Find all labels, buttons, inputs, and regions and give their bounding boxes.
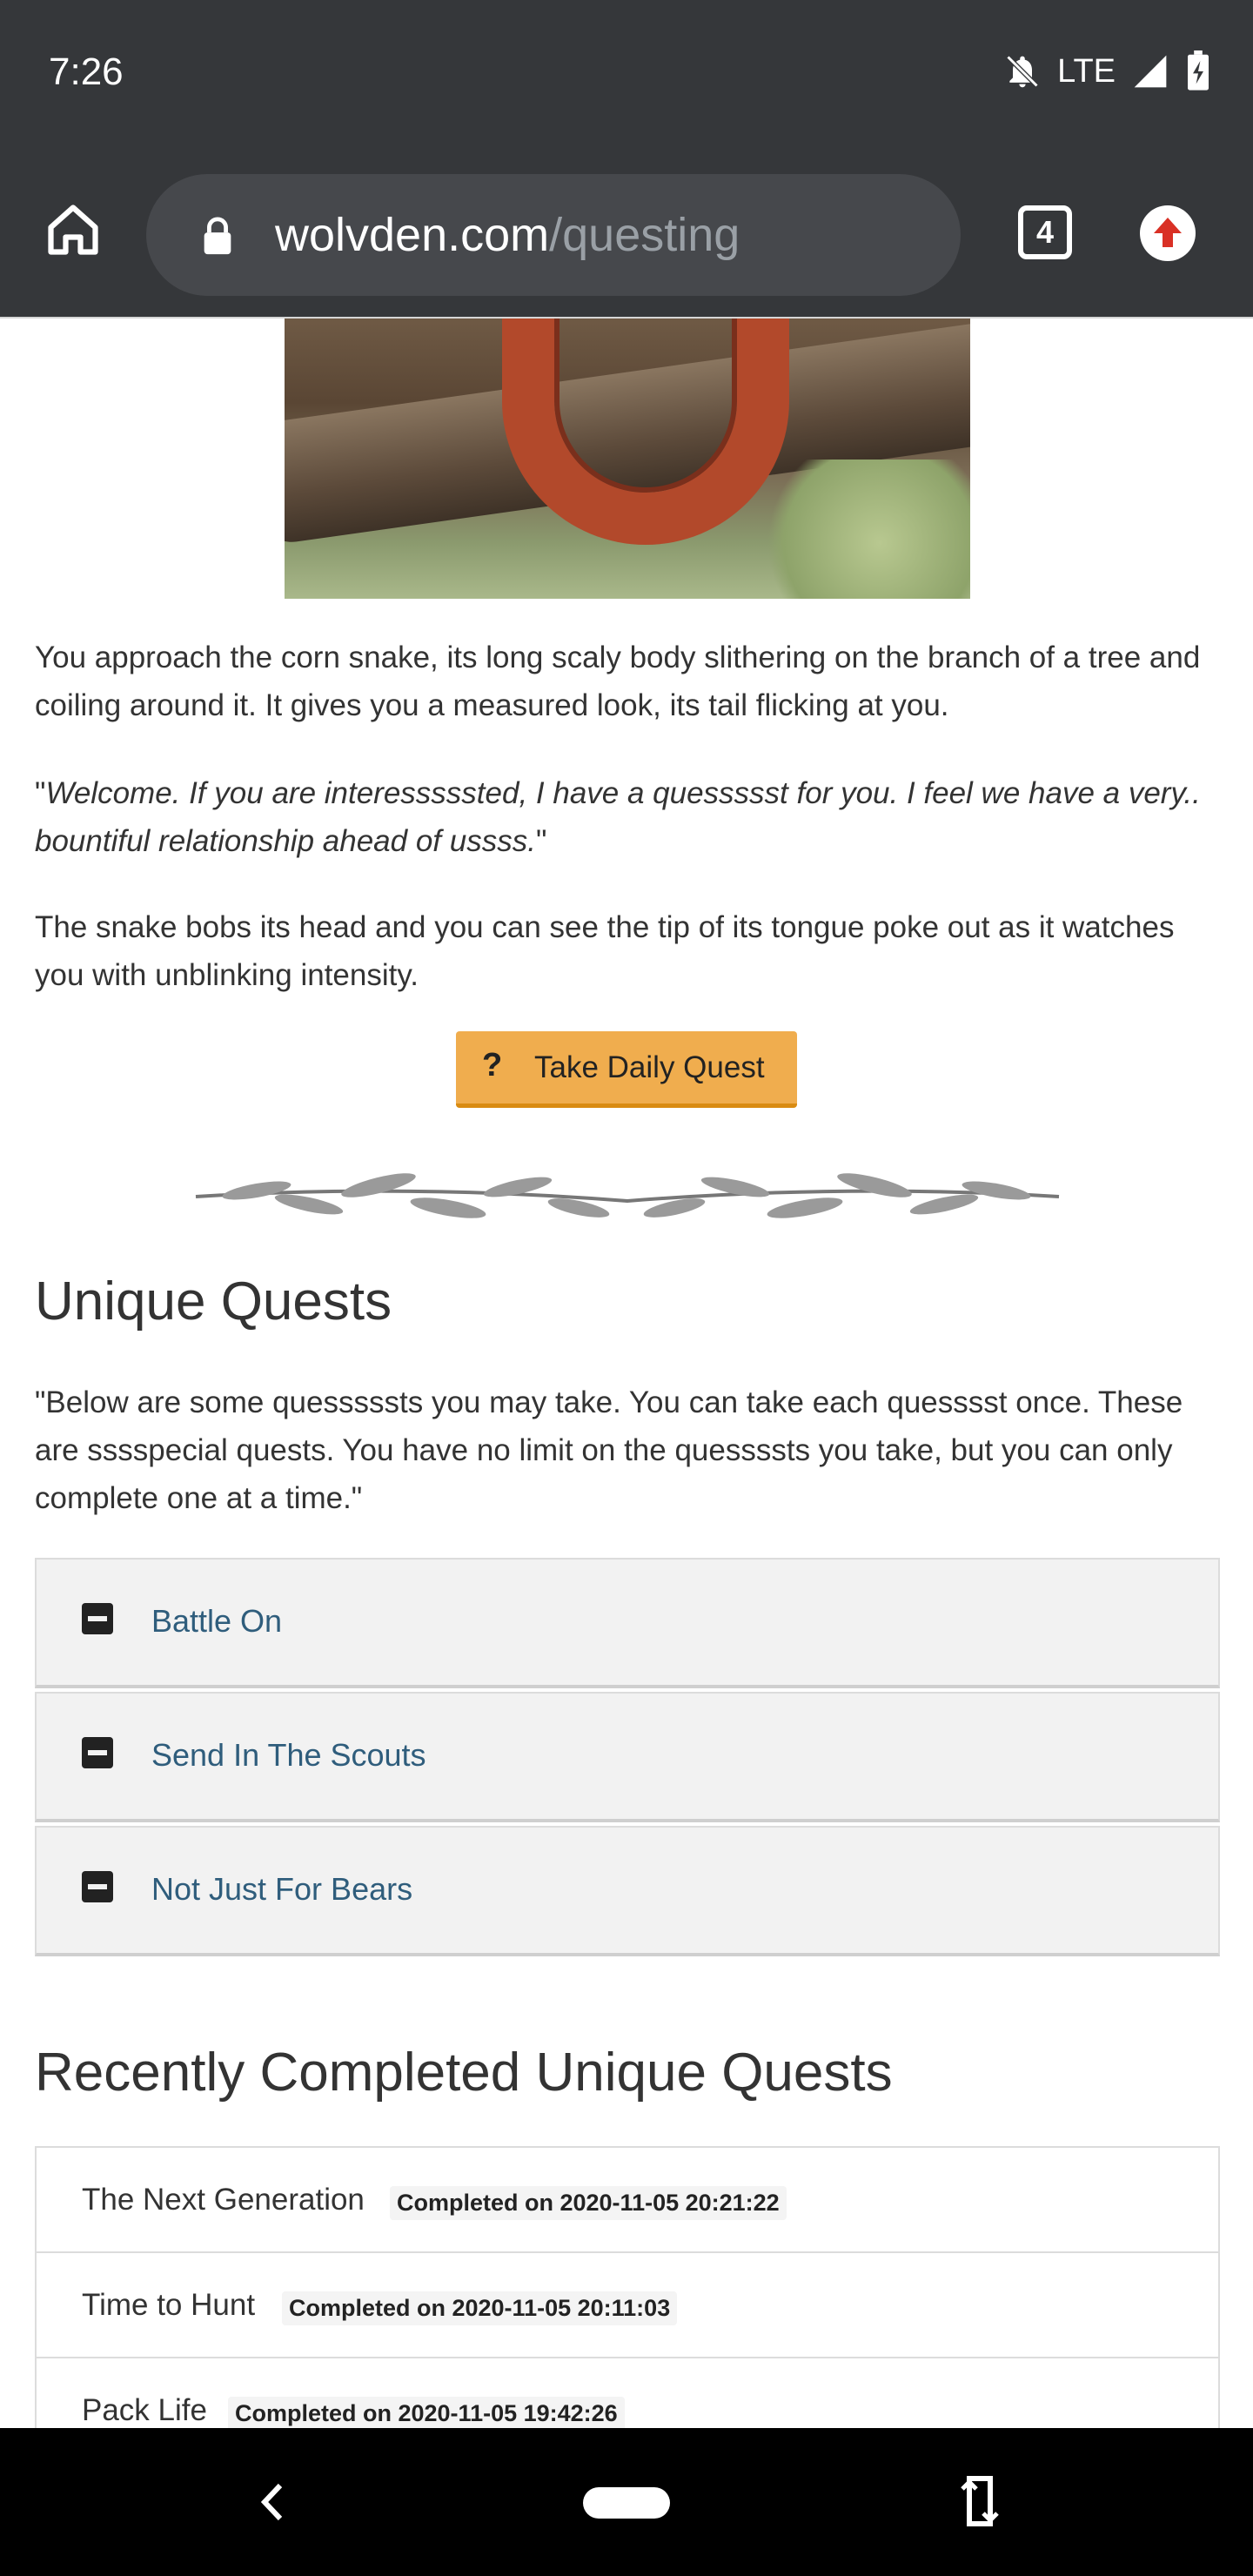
- rotate-icon[interactable]: [959, 2472, 1001, 2531]
- url-text: wolvden.com/questing: [275, 209, 740, 261]
- status-time: 7:26: [49, 50, 124, 93]
- tab-switcher-button[interactable]: 4: [1018, 205, 1072, 259]
- collapse-icon[interactable]: [82, 1871, 113, 1902]
- take-daily-quest-label: Take Daily Quest: [534, 1050, 765, 1084]
- battery-charging-icon: [1188, 50, 1209, 91]
- list-item: The Next Generation Completed on 2020-11…: [37, 2148, 1218, 2253]
- intro-paragraph: You approach the corn snake, its long sc…: [35, 641, 1201, 722]
- status-icons: LTE: [1003, 50, 1211, 92]
- completed-date-badge: Completed on 2020-11-05 20:21:22: [390, 2186, 787, 2220]
- back-icon[interactable]: [259, 2480, 285, 2524]
- completed-quests-list: The Next Generation Completed on 2020-11…: [35, 2146, 1220, 2428]
- list-item: Pack Life Completed on 2020-11-05 19:42:…: [37, 2358, 1218, 2428]
- completed-quest-name: Pack Life: [82, 2393, 207, 2427]
- home-button[interactable]: [44, 200, 103, 259]
- notifications-off-icon: [1006, 55, 1039, 88]
- update-button[interactable]: [1140, 205, 1196, 261]
- completed-date-badge: Completed on 2020-11-05 19:42:26: [228, 2397, 625, 2428]
- recently-completed-heading: Recently Completed Unique Quests: [35, 2043, 893, 2103]
- list-item: Time to Hunt Completed on 2020-11-05 20:…: [37, 2253, 1218, 2358]
- lock-icon: [204, 217, 231, 255]
- collapse-icon[interactable]: [82, 1737, 113, 1768]
- signal-icon: [1134, 55, 1167, 88]
- browser-toolbar: wolvden.com/questing 4: [0, 148, 1253, 319]
- quest-panel-not-just-for-bears[interactable]: Not Just For Bears: [35, 1826, 1220, 1956]
- collapse-icon[interactable]: [82, 1603, 113, 1634]
- quest-title[interactable]: Not Just For Bears: [151, 1871, 412, 1908]
- completed-quest-name: Time to Hunt: [82, 2288, 256, 2322]
- url-domain: wolvden.com: [275, 209, 550, 261]
- unique-quests-description: "Below are some quesssssts you may take.…: [35, 1385, 1183, 1515]
- take-daily-quest-button[interactable]: ? Take Daily Quest: [456, 1031, 797, 1108]
- quest-panel-send-in-the-scouts[interactable]: Send In The Scouts: [35, 1692, 1220, 1822]
- snake-quote: "Welcome. If you are interesssssted, I h…: [35, 776, 1201, 858]
- quest-title[interactable]: Battle On: [151, 1603, 282, 1640]
- system-navigation-bar: [0, 2428, 1253, 2576]
- completed-quest-name: The Next Generation: [82, 2183, 365, 2217]
- leaf-divider: [195, 1173, 1060, 1218]
- quest-title[interactable]: Send In The Scouts: [151, 1737, 426, 1774]
- network-type: LTE: [1057, 52, 1116, 90]
- page-content: You approach the corn snake, its long sc…: [0, 319, 1253, 2428]
- quest-panel-battle-on[interactable]: Battle On: [35, 1558, 1220, 1688]
- home-icon: [48, 205, 98, 255]
- update-arrow-icon: [1154, 218, 1182, 247]
- url-path: /questing: [549, 209, 740, 261]
- unique-quests-heading: Unique Quests: [35, 1271, 392, 1332]
- corn-snake-image: [285, 319, 970, 599]
- status-bar: 7:26 LTE: [0, 0, 1253, 148]
- home-pill[interactable]: [583, 2487, 670, 2519]
- address-bar[interactable]: wolvden.com/questing: [146, 174, 961, 296]
- completed-date-badge: Completed on 2020-11-05 20:11:03: [282, 2291, 678, 2325]
- question-icon: ?: [482, 1047, 503, 1083]
- snake-description: The snake bobs its head and you can see …: [35, 910, 1175, 992]
- snake-quote-text: Welcome. If you are interesssssted, I ha…: [35, 776, 1201, 858]
